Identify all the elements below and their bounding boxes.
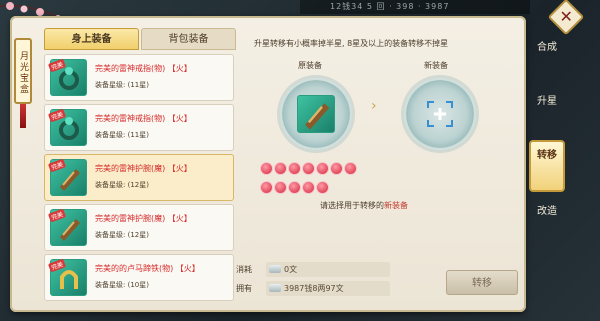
item-star-level: 装备星级: (11星) — [95, 81, 149, 89]
right-side-nav: 合成 升星 转移 改造 — [528, 16, 566, 266]
top-status-bar: 12钱34 5 回 · 398 · 3987 — [300, 0, 530, 14]
equipment-list-panel: 身上装备 背包装备 完美 完美的雷神戒指(物) 【火】 装备星级: (11星) … — [44, 24, 236, 306]
nav-modify[interactable]: 改造 — [532, 202, 562, 238]
item-name: 完美的的卢马蹄铁(物) 【火】 — [95, 264, 200, 273]
star-icon — [330, 162, 343, 175]
star-icon — [288, 162, 301, 175]
new-equipment-label: 新装备 — [424, 61, 448, 70]
silver-icon — [269, 265, 281, 273]
item-star-level: 装备星级: (12星) — [95, 181, 149, 189]
bracer-icon — [297, 95, 335, 133]
item-star-level: 装备星级: (11星) — [95, 131, 149, 139]
moonlight-box-tag[interactable]: 月光宝盒 — [14, 38, 32, 104]
ring-icon: 完美 — [47, 108, 87, 146]
star-icon — [274, 181, 287, 194]
silver-icon — [269, 284, 281, 292]
consume-row: 消耗 0文 — [236, 262, 390, 278]
star-icon — [302, 162, 315, 175]
nav-transfer[interactable]: 转移 — [529, 140, 565, 192]
item-star-level: 装备星级: (10星) — [95, 281, 149, 289]
transfer-hint: 升星转移有小概率掉半星, 8星及以上的装备转移不掉星 — [254, 39, 449, 48]
equipment-item[interactable]: 完美 完美的的卢马蹄铁(物) 【火】 装备星级: (10星) — [44, 254, 234, 301]
own-row: 拥有 3987钱8两97文 — [236, 281, 390, 297]
equipment-item[interactable]: 完美 完美的雷神戒指(物) 【火】 装备星级: (11星) — [44, 104, 234, 151]
bracer-icon: 完美 — [47, 158, 87, 196]
tab-worn-equipment[interactable]: 身上装备 — [44, 28, 139, 50]
select-prompt-text: 请选择用于转移的 — [320, 201, 384, 210]
tassel-decoration — [20, 104, 26, 128]
chevron-right-icon: › — [371, 98, 377, 114]
equipment-item-selected[interactable]: 完美 完美的雷神护腕(魔) 【火】 装备星级: (12星) — [44, 154, 234, 201]
cost-panel: 消耗 0文 拥有 3987钱8两97文 — [236, 262, 390, 302]
star-icon — [344, 162, 357, 175]
game-screen: 12钱34 5 回 · 398 · 3987 月光宝盒 身上装备 背包装备 完美… — [0, 0, 600, 321]
item-star-level: 装备星级: (12星) — [95, 231, 149, 239]
star-icon — [260, 181, 273, 194]
horseshoe-icon: 完美 — [47, 258, 87, 296]
close-icon: ✕ — [559, 6, 573, 26]
own-label: 拥有 — [236, 284, 252, 293]
item-name: 完美的雷神护腕(魔) 【火】 — [95, 164, 192, 173]
equipment-item[interactable]: 完美 完美的雷神戒指(物) 【火】 装备星级: (11星) — [44, 54, 234, 101]
star-icon — [274, 162, 287, 175]
equipment-tabs: 身上装备 背包装备 — [44, 28, 236, 50]
new-equipment-slot[interactable] — [404, 78, 476, 150]
star-icon — [316, 181, 329, 194]
select-prompt-highlight: 新装备 — [384, 201, 408, 210]
own-value: 3987钱8两97文 — [266, 281, 390, 296]
item-name: 完美的雷神戒指(物) 【火】 — [95, 64, 192, 73]
add-target-icon — [427, 101, 453, 127]
item-name: 完美的雷神戒指(物) 【火】 — [95, 114, 192, 123]
transfer-button[interactable]: 转移 — [446, 270, 518, 295]
equipment-item[interactable]: 完美 完美的雷神护腕(魔) 【火】 装备星级: (12星) — [44, 204, 234, 251]
select-prompt: 请选择用于转移的新装备 — [320, 200, 408, 211]
consume-value: 0文 — [266, 262, 390, 277]
star-level-row — [260, 162, 440, 200]
star-icon — [288, 181, 301, 194]
bracer-icon: 完美 — [47, 208, 87, 246]
star-icon — [316, 162, 329, 175]
consume-label: 消耗 — [236, 265, 252, 274]
transfer-area: 升星转移有小概率掉半星, 8星及以上的装备转移不掉星 原装备 新装备 › 请选择… — [238, 34, 520, 236]
origin-equipment-label: 原装备 — [298, 61, 322, 70]
star-icon — [260, 162, 273, 175]
equipment-list: 完美 完美的雷神戒指(物) 【火】 装备星级: (11星) 完美 完美的雷神戒指… — [44, 54, 234, 304]
item-name: 完美的雷神护腕(魔) 【火】 — [95, 214, 192, 223]
nav-compose[interactable]: 合成 — [532, 38, 562, 74]
nav-upgrade-star[interactable]: 升星 — [532, 92, 562, 128]
tab-bag-equipment[interactable]: 背包装备 — [141, 28, 236, 50]
star-icon — [302, 181, 315, 194]
origin-equipment-slot[interactable] — [280, 78, 352, 150]
ring-icon: 完美 — [47, 58, 87, 96]
